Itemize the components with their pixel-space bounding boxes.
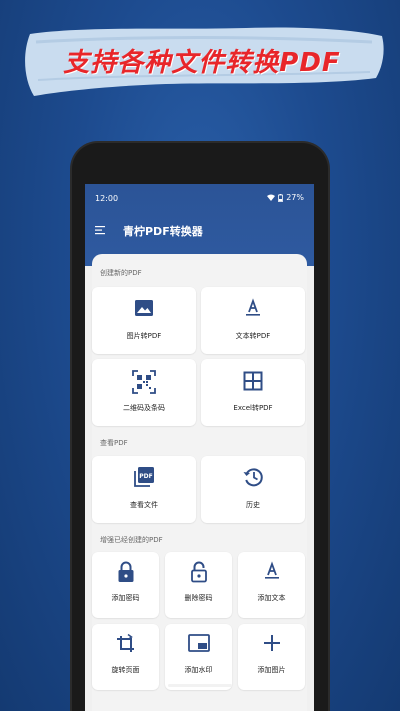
text-format-icon xyxy=(264,561,279,579)
text-to-pdf-button[interactable]: 文本转PDF xyxy=(201,287,305,354)
text-format-icon xyxy=(246,298,260,316)
add-image-button[interactable]: 添加图片 xyxy=(238,624,305,690)
section-title-view: 查看PDF xyxy=(100,439,128,447)
section-title-create: 创建新的PDF xyxy=(100,269,142,277)
image-to-pdf-button[interactable]: 图片转PDF xyxy=(92,287,196,354)
card-label: 文本转PDF xyxy=(235,332,271,340)
card-label: 二维码及条码 xyxy=(123,404,165,412)
svg-text:PDF: PDF xyxy=(139,473,152,480)
add-password-button[interactable]: 添加密码 xyxy=(92,552,159,618)
lock-icon xyxy=(118,561,133,582)
grid-icon xyxy=(243,371,263,391)
banner-title: 支持各种文件转换PDF xyxy=(63,48,341,78)
rotate-page-button[interactable]: 旋转页面 xyxy=(92,624,159,690)
app-title: 青柠PDF转换器 xyxy=(123,225,203,238)
card-label: 查看文件 xyxy=(130,501,158,509)
status-time: 12:00 xyxy=(95,194,119,203)
wifi-icon xyxy=(267,194,276,201)
unlock-icon xyxy=(190,561,207,583)
menu-icon[interactable] xyxy=(95,225,107,235)
battery-icon xyxy=(278,193,284,202)
section-title-enhance: 增强已经创建的PDF xyxy=(100,536,163,544)
qr-code-icon xyxy=(132,370,156,394)
promo-banner: 支持各种文件转换PDF xyxy=(16,20,388,104)
view-file-button[interactable]: PDF 查看文件 xyxy=(92,456,196,523)
card-label: 添加密码 xyxy=(111,594,140,602)
rotate-icon xyxy=(116,633,134,652)
qr-barcode-button[interactable]: 二维码及条码 xyxy=(92,359,196,426)
watermark-icon xyxy=(187,634,210,652)
card-label: 删除密码 xyxy=(184,594,213,602)
card-label: 添加文本 xyxy=(257,594,286,602)
card-label: Excel转PDF xyxy=(233,404,273,412)
main-content: 创建新的PDF 图片转PDF 文本转PDF 二维码及条码 Excel转PDF 查… xyxy=(92,254,307,711)
remove-password-button[interactable]: 删除密码 xyxy=(165,552,232,618)
add-icon xyxy=(263,635,280,651)
card-label: 图片转PDF xyxy=(126,332,162,340)
pdf-file-icon: PDF xyxy=(134,467,154,487)
add-text-button[interactable]: 添加文本 xyxy=(238,552,305,618)
card-label: 旋转页面 xyxy=(111,666,140,674)
phone-screen: 12:00 27% 青柠PDF转换器 创建新的PDF 图片转PDF 文本转PDF… xyxy=(85,184,314,711)
card-label: 添加图片 xyxy=(257,666,286,674)
excel-to-pdf-button[interactable]: Excel转PDF xyxy=(201,359,305,426)
card-label: 历史 xyxy=(246,501,260,509)
history-button[interactable]: 历史 xyxy=(201,456,305,523)
battery-level: 27% xyxy=(286,193,304,202)
add-watermark-button[interactable]: 添加水印 xyxy=(165,624,232,690)
status-icons: 27% xyxy=(267,193,304,202)
history-icon xyxy=(243,468,263,487)
home-indicator[interactable] xyxy=(168,684,232,687)
image-icon xyxy=(135,300,153,316)
card-label: 添加水印 xyxy=(184,666,213,674)
